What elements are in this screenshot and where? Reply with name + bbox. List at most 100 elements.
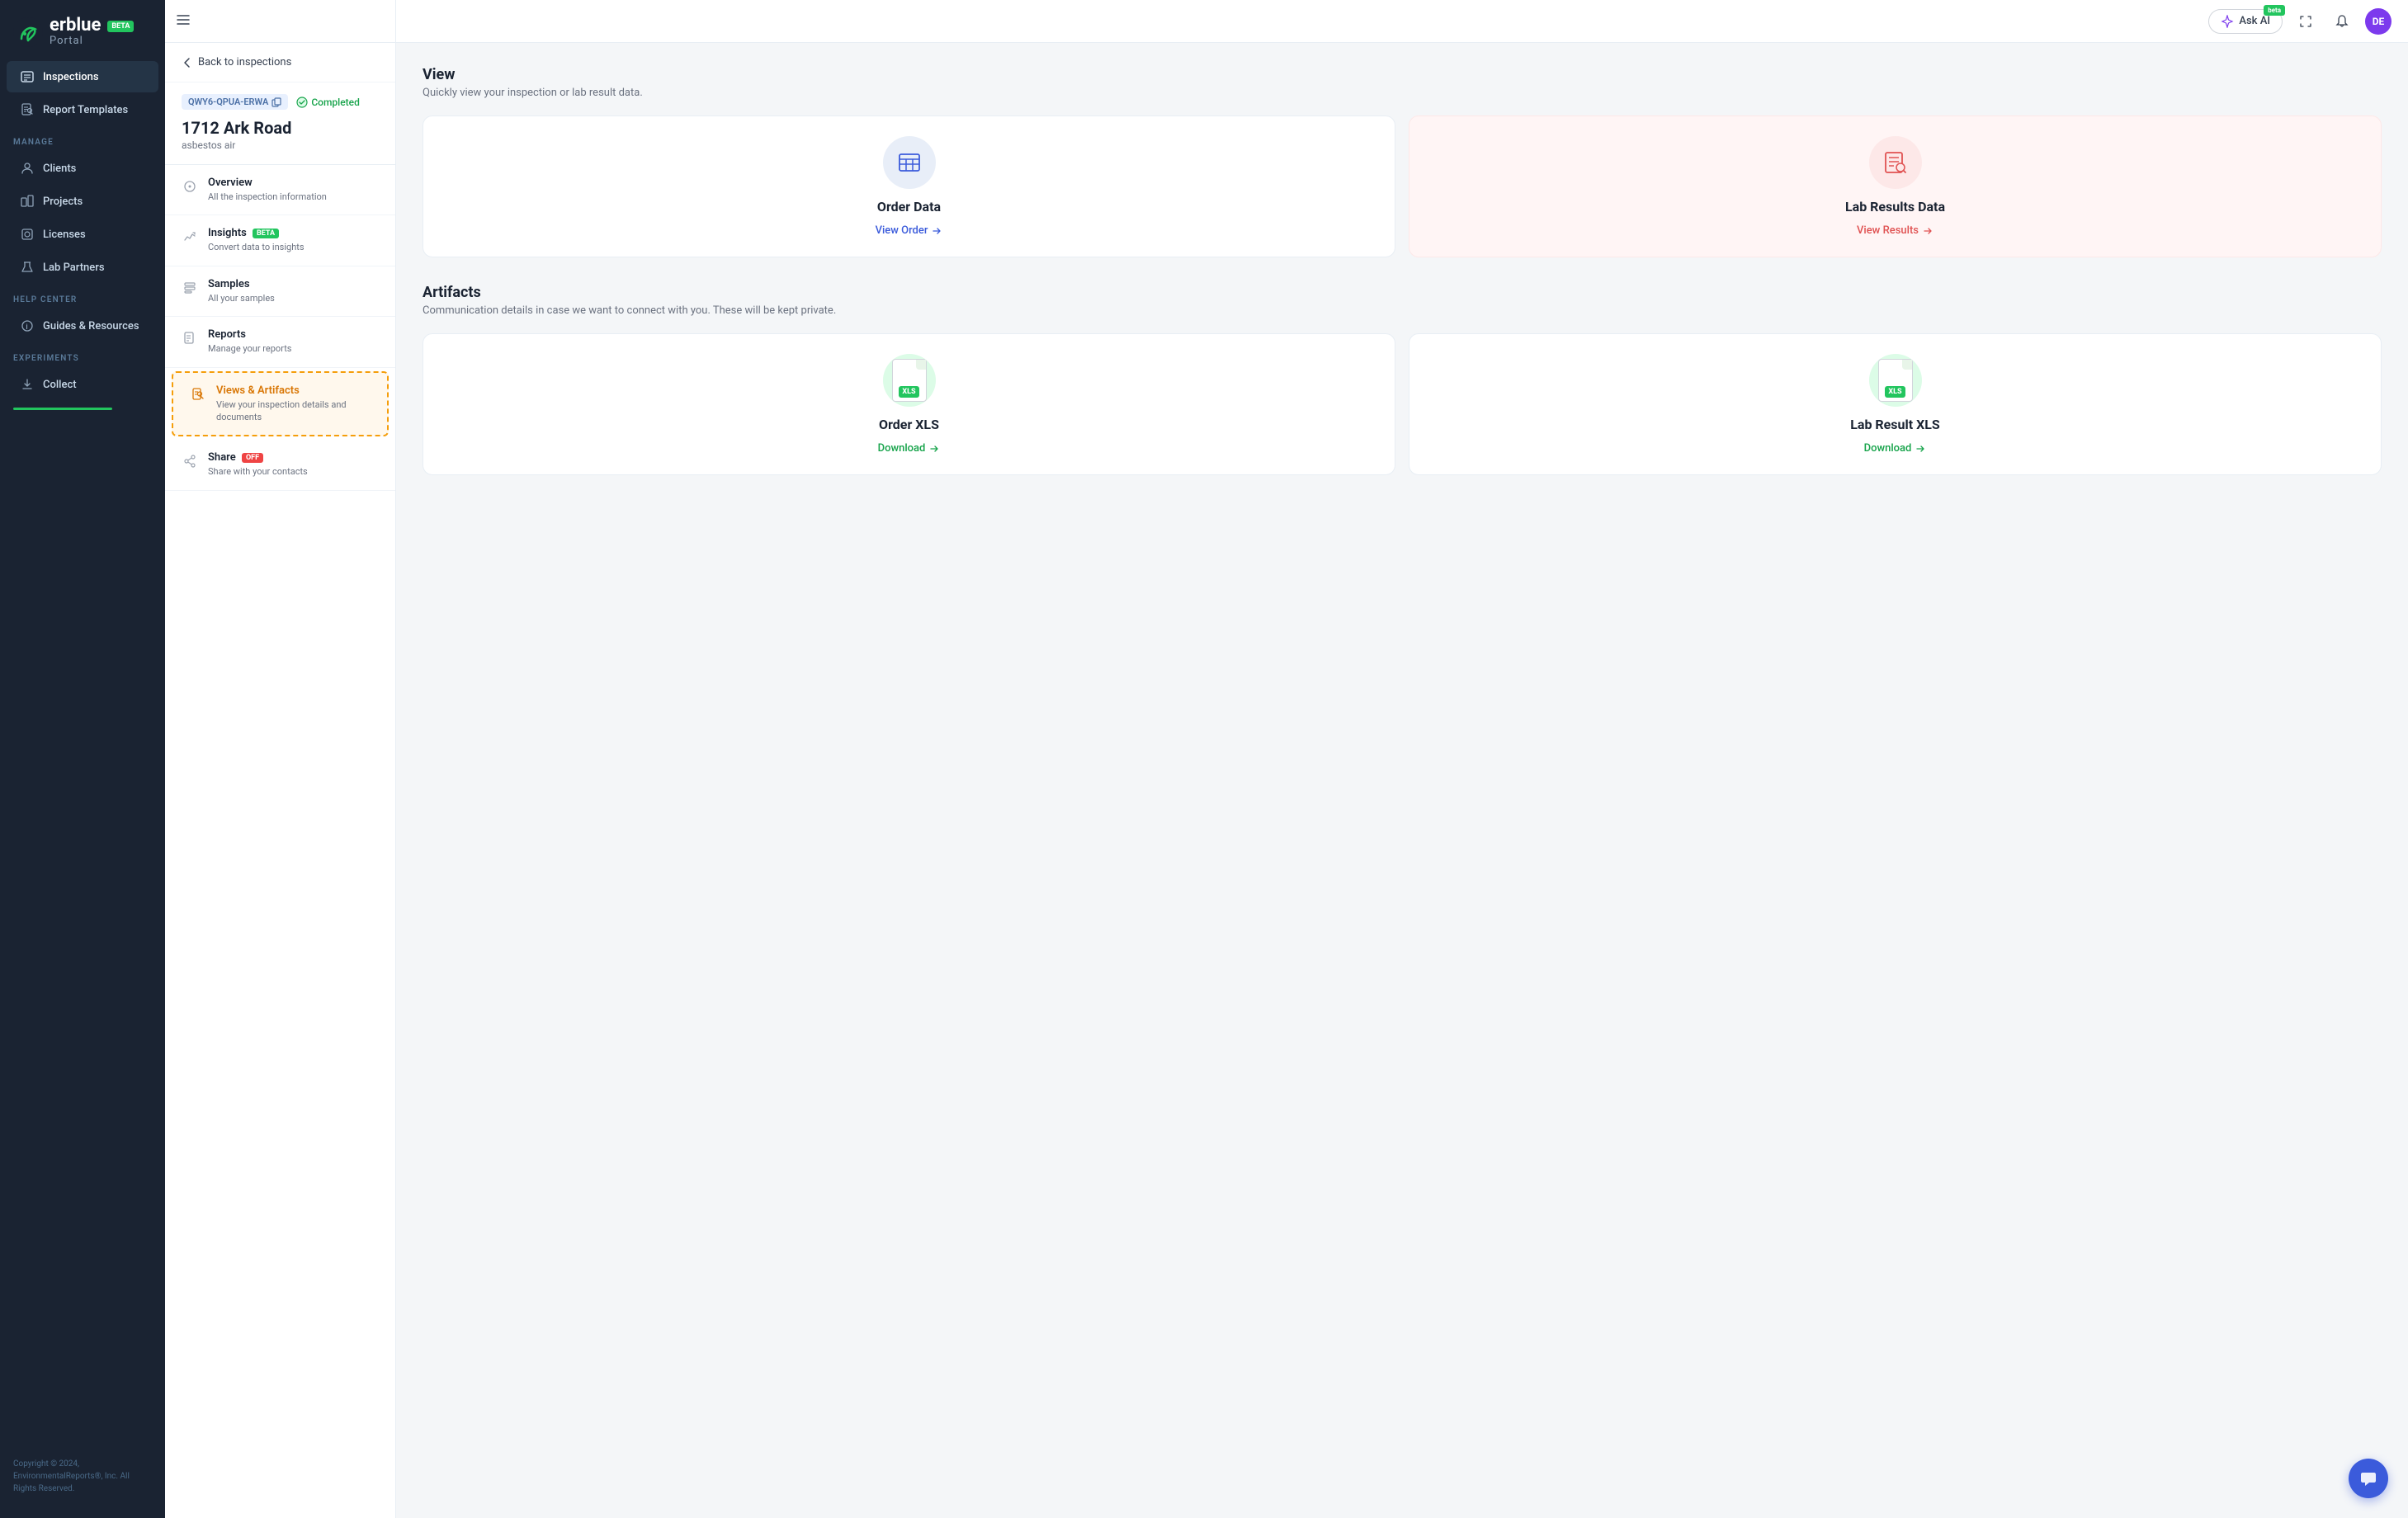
sidebar-item-licenses[interactable]: Licenses <box>7 219 158 250</box>
svg-text:i: i <box>26 323 27 332</box>
lab-result-xls-title: Lab Result XLS <box>1850 417 1940 432</box>
progress-bar <box>13 408 112 410</box>
licenses-icon <box>20 227 35 242</box>
hamburger-icon[interactable] <box>175 12 191 31</box>
nav-item-reports[interactable]: Reports Manage your reports <box>165 317 395 367</box>
sidebar-item-label: Collect <box>43 379 77 391</box>
insights-content: Insights BETA Convert data to insights <box>208 227 379 253</box>
user-avatar[interactable]: DE <box>2365 8 2391 35</box>
copy-icon[interactable] <box>271 97 281 107</box>
checkmark-icon <box>296 97 308 108</box>
bell-icon <box>2335 15 2349 28</box>
sparkle-icon <box>2221 15 2234 28</box>
view-order-link[interactable]: View Order <box>876 224 943 237</box>
sidebar-item-guides[interactable]: i Guides & Resources <box>7 310 158 342</box>
order-data-icon-circle <box>883 136 936 189</box>
insights-icon <box>182 229 198 245</box>
help-section-label: HELP CENTER <box>0 284 165 309</box>
lab-result-xls-card[interactable]: XLS Lab Result XLS Download <box>1409 333 2382 475</box>
top-header: Ask AI beta DE <box>396 0 2408 43</box>
view-section: View Quickly view your inspection or lab… <box>423 66 2382 257</box>
samples-icon <box>182 280 198 296</box>
logo: erblue BETA Portal <box>0 0 165 60</box>
artifacts-section-title: Artifacts <box>423 284 2382 301</box>
nav-item-insights[interactable]: Insights BETA Convert data to insights <box>165 215 395 266</box>
sidebar-item-label: Clients <box>43 163 76 175</box>
order-data-card[interactable]: Order Data View Order <box>423 116 1395 257</box>
share-icon <box>182 453 198 469</box>
back-arrow-icon <box>182 57 193 68</box>
notifications-button[interactable] <box>2329 8 2355 35</box>
lab-results-title: Lab Results Data <box>1845 199 1945 214</box>
sidebar-item-label: Licenses <box>43 229 86 241</box>
projects-icon <box>20 194 35 209</box>
lab-result-xls-icon-circle: XLS <box>1869 354 1922 407</box>
experiments-section-label: EXPERIMENTS <box>0 342 165 368</box>
view-section-subtitle: Quickly view your inspection or lab resu… <box>423 87 2382 99</box>
lab-partners-icon <box>20 260 35 275</box>
order-xls-download-link[interactable]: Download <box>878 442 941 455</box>
inspections-icon <box>20 69 35 84</box>
content-area: View Quickly view your inspection or lab… <box>396 43 2408 1518</box>
order-xls-title: Order XLS <box>879 417 939 432</box>
completed-badge: Completed <box>296 97 360 108</box>
ask-ai-label: Ask AI <box>2239 15 2270 27</box>
sidebar-item-inspections[interactable]: Inspections <box>7 61 158 92</box>
nav-item-share[interactable]: Share OFF Share with your contacts <box>165 440 395 490</box>
samples-content: Samples All your samples <box>208 278 379 304</box>
logo-icon <box>13 17 43 47</box>
xls-file-icon: XLS <box>890 357 929 403</box>
insights-beta-tag: BETA <box>253 229 279 238</box>
inspection-id-badge: QWY6-QPUA-ERWA <box>182 94 288 110</box>
back-label: Back to inspections <box>198 56 291 68</box>
back-to-inspections-link[interactable]: Back to inspections <box>165 43 395 82</box>
sidebar-item-collect[interactable]: Collect <box>7 369 158 400</box>
arrow-right-icon <box>1915 443 1926 455</box>
sidebar-item-clients[interactable]: Clients <box>7 153 158 184</box>
artifacts-cards-grid: XLS Order XLS Download <box>423 333 2382 475</box>
order-xls-card[interactable]: XLS Order XLS Download <box>423 333 1395 475</box>
clients-icon <box>20 161 35 176</box>
inspection-header: QWY6-QPUA-ERWA Completed 1712 Ark Road a… <box>165 82 395 165</box>
fullscreen-button[interactable] <box>2292 8 2319 35</box>
artifacts-section: Artifacts Communication details in case … <box>423 284 2382 475</box>
view-cards-grid: Order Data View Order <box>423 116 2382 257</box>
view-results-link[interactable]: View Results <box>1857 224 1933 237</box>
manage-section-label: MANAGE <box>0 126 165 152</box>
lab-results-data-card[interactable]: Lab Results Data View Results <box>1409 116 2382 257</box>
arrow-right-icon <box>928 443 940 455</box>
arrow-right-icon <box>1922 225 1933 237</box>
reports-content: Reports Manage your reports <box>208 328 379 355</box>
ask-ai-button[interactable]: Ask AI beta <box>2208 9 2283 34</box>
sidebar-item-label: Guides & Resources <box>43 320 139 332</box>
search-list-icon <box>1882 149 1909 176</box>
overview-icon <box>182 178 198 195</box>
ask-ai-beta: beta <box>2264 5 2285 16</box>
order-data-title: Order Data <box>877 199 941 214</box>
nav-item-samples[interactable]: Samples All your samples <box>165 266 395 317</box>
views-artifacts-icon <box>190 386 206 403</box>
sidebar-item-report-templates[interactable]: Report Templates <box>7 94 158 125</box>
lab-result-xls-download-link[interactable]: Download <box>1864 442 1927 455</box>
order-xls-icon-circle: XLS <box>883 354 936 407</box>
table-icon <box>896 149 923 176</box>
collect-icon <box>20 377 35 392</box>
chat-bubble-button[interactable] <box>2349 1459 2388 1498</box>
sidebar: erblue BETA Portal Inspections <box>0 0 165 1518</box>
footer-text: Copyright © 2024, EnvironmentalReports®,… <box>0 1448 165 1505</box>
nav-item-views-artifacts[interactable]: Views & Artifacts View your inspection d… <box>172 371 389 437</box>
nav-item-overview[interactable]: Overview All the inspection information <box>165 165 395 215</box>
reports-icon <box>182 330 198 346</box>
arrow-right-icon <box>931 225 942 237</box>
share-off-tag: OFF <box>242 453 263 463</box>
sidebar-item-projects[interactable]: Projects <box>7 186 158 217</box>
logo-subtitle: Portal <box>50 35 134 47</box>
view-section-title: View <box>423 66 2382 83</box>
guides-icon: i <box>20 318 35 333</box>
xls-file-icon-2: XLS <box>1876 357 1915 403</box>
fullscreen-icon <box>2299 15 2312 28</box>
report-templates-icon <box>20 102 35 117</box>
sidebar-item-lab-partners[interactable]: Lab Partners <box>7 252 158 283</box>
lab-results-icon-circle <box>1869 136 1922 189</box>
views-artifacts-content: Views & Artifacts View your inspection d… <box>216 384 371 424</box>
